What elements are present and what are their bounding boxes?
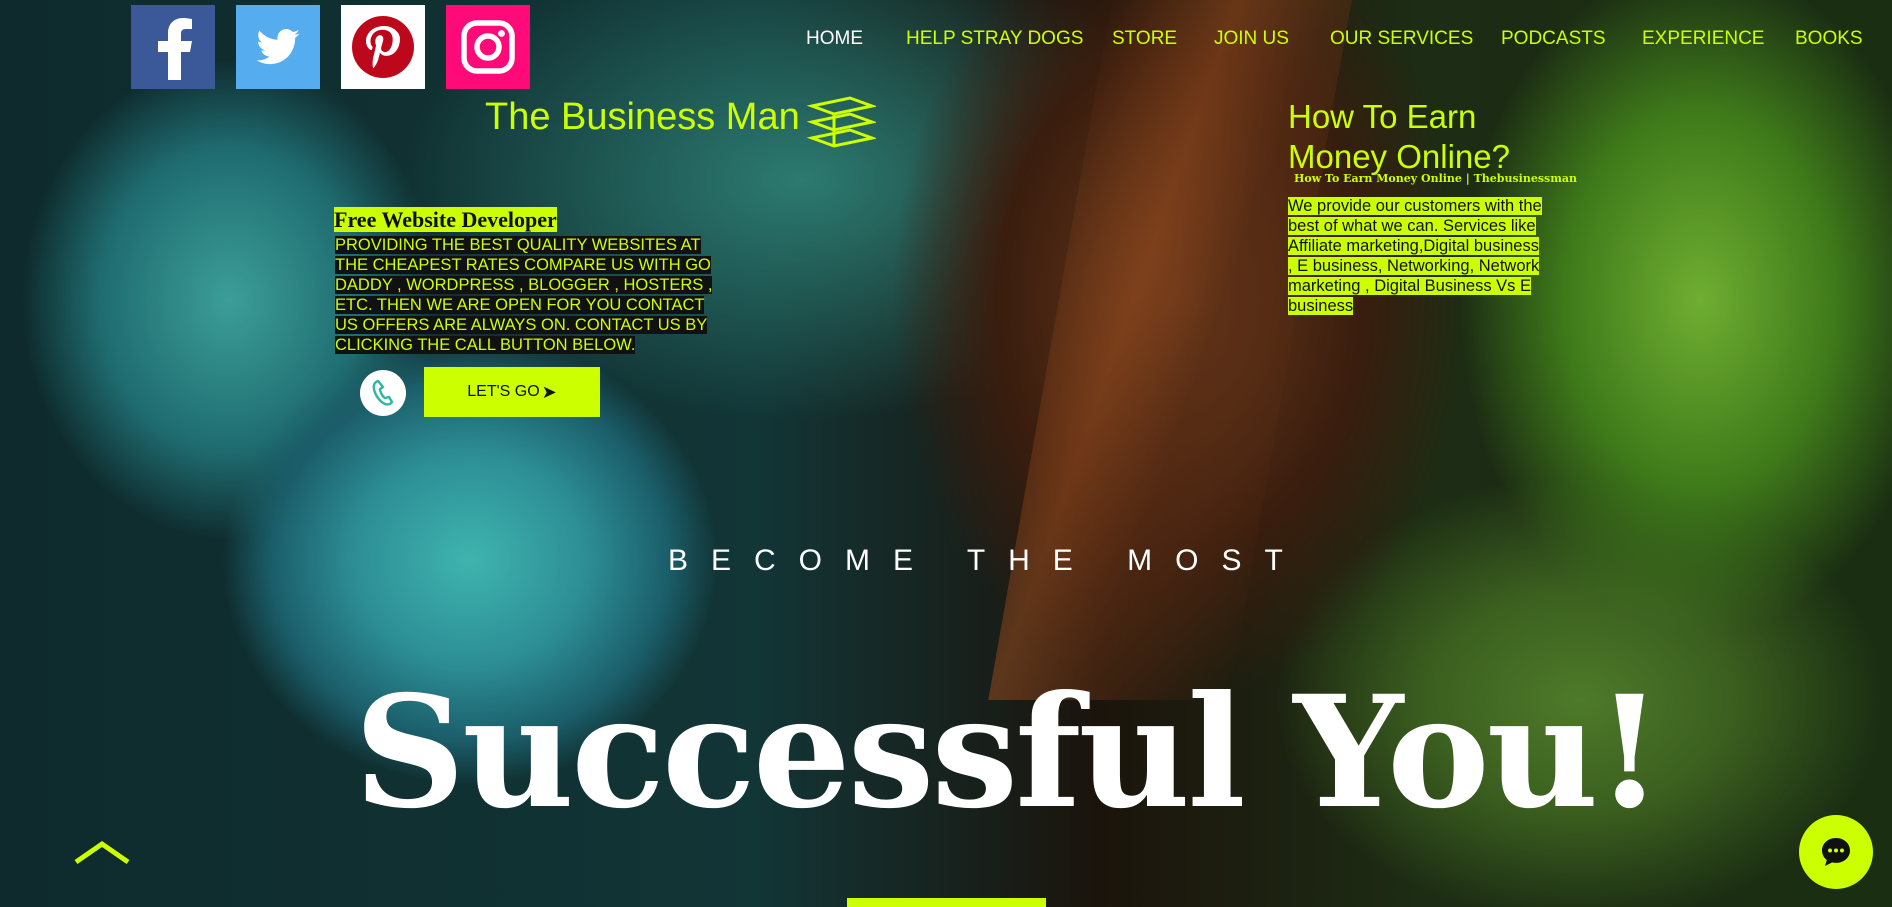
pinterest-link[interactable]	[341, 5, 425, 89]
earn-description-text: We provide our customers with the best o…	[1288, 197, 1542, 315]
hero-headline: Successful You!	[354, 662, 1663, 843]
chat-button[interactable]	[1799, 815, 1873, 889]
nav-books[interactable]: BOOKS	[1795, 28, 1863, 50]
chat-icon	[1822, 838, 1850, 866]
nav-home[interactable]: HOME	[806, 28, 863, 50]
arrow-right-icon: ➤	[541, 381, 557, 402]
lets-go-button[interactable]: LET'S GO ➤	[424, 367, 600, 417]
nav-join-us[interactable]: JOIN US	[1214, 28, 1289, 50]
developer-description: PROVIDING THE BEST QUALITY WEBSITES AT T…	[335, 235, 720, 355]
chevron-up-icon[interactable]	[72, 838, 132, 866]
facebook-icon	[158, 18, 192, 80]
hero-tagline: BECOME THE MOST	[668, 544, 1306, 577]
facebook-link[interactable]	[131, 5, 215, 89]
main-nav: HOME HELP STRAY DOGS STORE JOIN US OUR S…	[790, 28, 1892, 52]
twitter-link[interactable]	[236, 5, 320, 89]
bottom-button[interactable]	[847, 898, 1046, 907]
instagram-link[interactable]	[446, 5, 530, 89]
developer-title-text: Free Website Developer	[334, 207, 557, 232]
instagram-icon	[461, 20, 515, 74]
phone-icon	[372, 379, 394, 406]
nav-experience[interactable]: EXPERIENCE	[1642, 28, 1764, 50]
call-button[interactable]	[360, 370, 406, 416]
developer-title: Free Website Developer	[334, 206, 557, 234]
brand-name[interactable]: The Business Man	[485, 96, 800, 139]
earn-subtitle: How To Earn Money Online | Thebusinessma…	[1294, 172, 1577, 185]
earn-description: We provide our customers with the best o…	[1288, 196, 1548, 316]
pinterest-icon	[352, 16, 414, 78]
nav-help-stray-dogs[interactable]: HELP STRAY DOGS	[906, 28, 1083, 50]
nav-store[interactable]: STORE	[1112, 28, 1177, 50]
developer-description-text: PROVIDING THE BEST QUALITY WEBSITES AT T…	[335, 236, 713, 354]
earn-title: How To Earn Money Online?	[1288, 98, 1510, 175]
brand-logo-icon	[806, 96, 876, 148]
lets-go-label: LET'S GO	[467, 383, 540, 400]
nav-podcasts[interactable]: PODCASTS	[1501, 28, 1606, 50]
twitter-icon	[256, 29, 300, 65]
nav-our-services[interactable]: OUR SERVICES	[1330, 28, 1473, 50]
